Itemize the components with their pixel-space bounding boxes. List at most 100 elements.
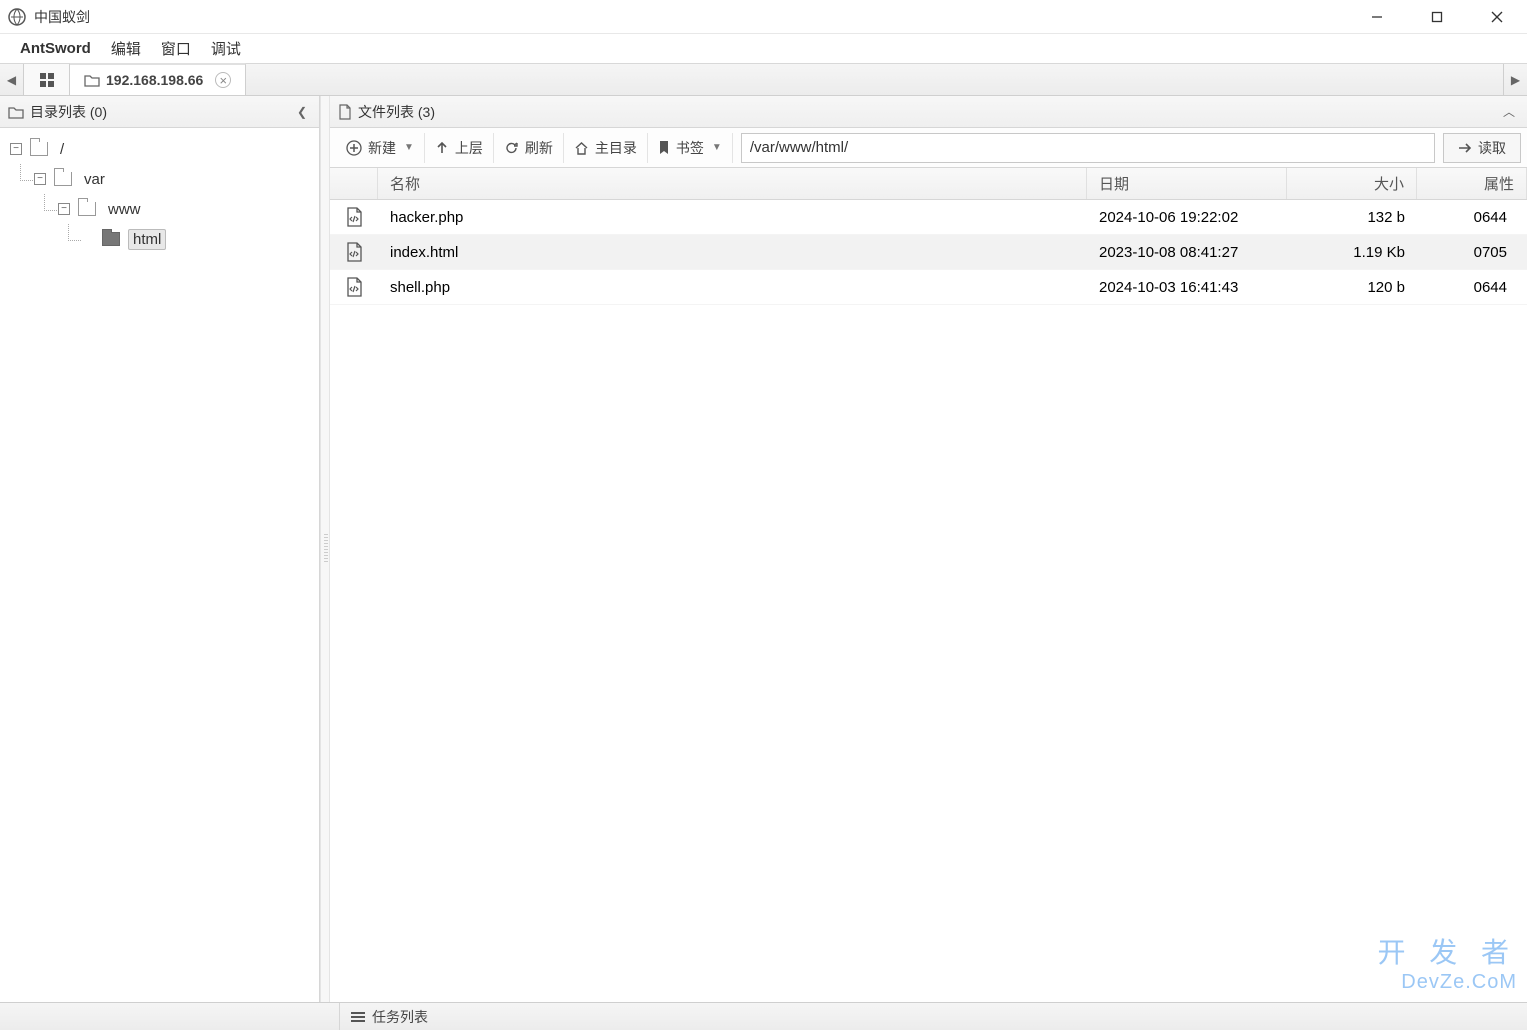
tab-ip-label: 192.168.198.66 <box>106 72 203 88</box>
folder-solid-icon <box>102 232 120 246</box>
folder-open-icon <box>30 142 48 156</box>
file-table-header: 名称 日期 大小 属性 <box>330 168 1527 200</box>
folder-open-icon <box>54 172 72 186</box>
file-name: shell.php <box>378 279 1087 296</box>
file-size: 1.19 Kb <box>1287 244 1417 261</box>
tree-node-var[interactable]: − var <box>34 164 315 194</box>
grid-icon <box>39 72 55 88</box>
task-list-label: 任务列表 <box>372 1007 428 1027</box>
minimize-button[interactable] <box>1347 0 1407 33</box>
tab-scroll-right[interactable]: ▶ <box>1503 64 1527 95</box>
file-date: 2024-10-03 16:41:43 <box>1087 279 1287 296</box>
tab-filemanager[interactable]: 192.168.198.66 × <box>70 63 246 95</box>
col-size-header[interactable]: 大小 <box>1287 168 1417 199</box>
file-row[interactable]: shell.php2024-10-03 16:41:43120 b0644 <box>330 270 1527 305</box>
col-name-header[interactable]: 名称 <box>378 168 1087 199</box>
vertical-splitter[interactable] <box>320 96 330 1002</box>
tree-label: www <box>104 200 145 219</box>
refresh-icon <box>504 140 519 155</box>
menu-antsword[interactable]: AntSword <box>10 34 101 63</box>
arrow-up-icon <box>435 141 449 155</box>
refresh-button[interactable]: 刷新 <box>494 133 564 163</box>
menu-debug[interactable]: 调试 <box>201 34 251 63</box>
tree-collapse-icon[interactable]: − <box>58 203 70 215</box>
app-icon <box>8 8 26 26</box>
file-name: index.html <box>378 244 1087 261</box>
path-input[interactable] <box>741 133 1435 163</box>
maximize-button[interactable] <box>1407 0 1467 33</box>
home-icon <box>574 141 589 155</box>
tree-label: html <box>128 229 166 250</box>
file-attr: 0644 <box>1417 279 1527 296</box>
tree-collapse-icon[interactable]: − <box>10 143 22 155</box>
close-button[interactable] <box>1467 0 1527 33</box>
menu-bar: AntSword 编辑 窗口 调试 <box>0 34 1527 64</box>
file-name: hacker.php <box>378 209 1087 226</box>
caret-down-icon: ▼ <box>712 142 722 153</box>
tab-strip: ◀ 192.168.198.66 × ▶ <box>0 64 1527 96</box>
file-type-icon <box>330 242 378 262</box>
folder-icon <box>84 73 100 87</box>
tab-close-icon[interactable]: × <box>215 72 231 88</box>
file-panel-title: 文件列表 (3) <box>358 102 435 122</box>
directory-panel-header: 目录列表 (0) ❮ <box>0 96 319 128</box>
file-panel-header: 文件列表 (3) ︿ <box>330 96 1527 128</box>
file-size: 120 b <box>1287 279 1417 296</box>
file-row[interactable]: index.html2023-10-08 08:41:271.19 Kb0705 <box>330 235 1527 270</box>
list-icon <box>350 1011 366 1023</box>
tree-node-html[interactable]: html <box>82 224 315 254</box>
file-row[interactable]: hacker.php2024-10-06 19:22:02132 b0644 <box>330 200 1527 235</box>
bookmark-icon <box>658 140 670 155</box>
file-date: 2024-10-06 19:22:02 <box>1087 209 1287 226</box>
tab-home[interactable] <box>24 64 70 95</box>
tab-scroll-left[interactable]: ◀ <box>0 64 24 95</box>
col-icon-header[interactable] <box>330 168 378 199</box>
task-list-header[interactable]: 任务列表 <box>340 1007 1527 1027</box>
window-titlebar: 中国蚁剑 <box>0 0 1527 34</box>
folder-open-icon <box>78 202 96 216</box>
new-label: 新建 <box>368 138 396 158</box>
refresh-label: 刷新 <box>525 138 553 158</box>
file-size: 132 b <box>1287 209 1417 226</box>
up-button[interactable]: 上层 <box>425 133 494 163</box>
tree-node-root[interactable]: − / <box>10 134 315 164</box>
bookmark-label: 书签 <box>676 138 704 158</box>
folder-icon <box>8 105 24 119</box>
collapse-up-icon[interactable]: ︿ <box>1499 103 1519 120</box>
bottom-bar: 任务列表 <box>0 1002 1527 1030</box>
file-table: 名称 日期 大小 属性 hacker.php2024-10-06 19:22:0… <box>330 168 1527 1002</box>
read-button[interactable]: 读取 <box>1443 133 1521 163</box>
file-type-icon <box>330 207 378 227</box>
arrow-right-icon <box>1458 142 1472 154</box>
file-toolbar: 新建 ▼ 上层 刷新 主目录 书签 ▼ 读取 <box>330 128 1527 168</box>
collapse-left-icon[interactable]: ❮ <box>293 105 311 119</box>
bookmark-button[interactable]: 书签 ▼ <box>648 133 733 163</box>
file-type-icon <box>330 277 378 297</box>
file-date: 2023-10-08 08:41:27 <box>1087 244 1287 261</box>
plus-circle-icon <box>346 140 362 156</box>
window-title: 中国蚁剑 <box>34 7 1347 27</box>
tree-collapse-icon[interactable]: − <box>34 173 46 185</box>
file-attr: 0705 <box>1417 244 1527 261</box>
menu-window[interactable]: 窗口 <box>151 34 201 63</box>
file-panel: 文件列表 (3) ︿ 新建 ▼ 上层 刷新 主目录 <box>330 96 1527 1002</box>
directory-sidebar: 目录列表 (0) ❮ − / − <box>0 96 320 1002</box>
menu-edit[interactable]: 编辑 <box>101 34 151 63</box>
bottom-bar-left <box>0 1003 340 1030</box>
read-label: 读取 <box>1478 138 1506 158</box>
up-label: 上层 <box>455 138 483 158</box>
tree-node-www[interactable]: − www <box>58 194 315 224</box>
tree-leaf-icon <box>82 233 94 245</box>
new-button[interactable]: 新建 ▼ <box>336 133 425 163</box>
home-label: 主目录 <box>595 138 637 158</box>
col-date-header[interactable]: 日期 <box>1087 168 1287 199</box>
caret-down-icon: ▼ <box>404 142 414 153</box>
tree-label: var <box>80 170 109 189</box>
file-icon <box>338 104 352 120</box>
col-attr-header[interactable]: 属性 <box>1417 168 1527 199</box>
home-button[interactable]: 主目录 <box>564 133 648 163</box>
directory-tree: − / − var <box>0 128 319 1002</box>
tree-label: / <box>56 140 68 159</box>
file-attr: 0644 <box>1417 209 1527 226</box>
directory-panel-title: 目录列表 (0) <box>30 102 107 122</box>
